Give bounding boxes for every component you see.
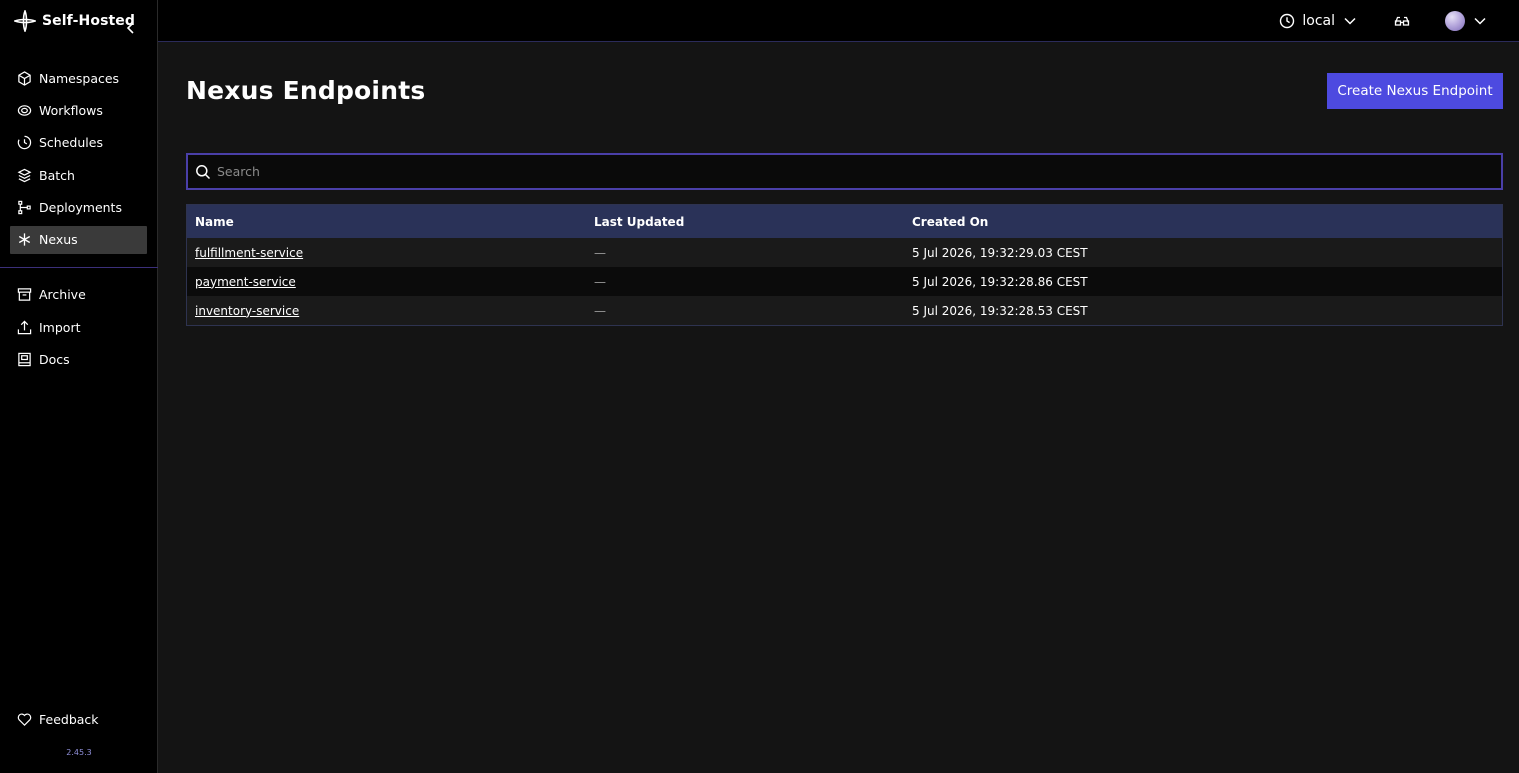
cube-icon [16,70,33,87]
page-content: Nexus Endpoints Create Nexus Endpoint Na… [186,42,1503,326]
archive-icon [16,286,33,303]
secondary-nav: Archive Import Docs [0,281,157,374]
brand-label: Self-Hosted [42,13,136,29]
last-updated-cell: — [594,274,606,289]
column-header-name[interactable]: Name [187,215,586,229]
endpoint-link[interactable]: fulfillment-service [195,246,303,260]
table-row[interactable]: fulfillment-service — 5 Jul 2026, 19:32:… [187,238,1502,267]
sidebar-item-label: Import [39,319,81,335]
last-updated-cell: — [594,245,606,260]
workflow-icon [16,102,33,119]
user-menu[interactable] [1445,10,1489,31]
sidebar-item-batch[interactable]: Batch [10,161,147,189]
sidebar-item-deployments[interactable]: Deployments [10,194,147,222]
temporal-logo-icon [14,10,36,32]
sidebar-item-archive[interactable]: Archive [10,281,147,309]
feedback-container: Feedback [10,705,148,737]
sidebar-item-label: Namespaces [39,70,120,86]
heart-icon [16,711,33,728]
sidebar-item-label: Batch [39,167,75,183]
clock-icon [16,134,33,151]
avatar [1445,10,1465,31]
glasses-icon [1393,12,1411,30]
column-header-created-on[interactable]: Created On [904,215,1502,229]
clock-icon [1278,12,1296,30]
sidebar-item-label: Deployments [39,200,122,216]
created-on-cell: 5 Jul 2026, 19:32:28.53 CEST [912,303,1088,318]
search-input[interactable] [217,164,1487,179]
created-on-cell: 5 Jul 2026, 19:32:29.03 CEST [912,245,1088,260]
timezone-label: local [1302,12,1335,29]
sidebar-item-import[interactable]: Import [10,313,147,341]
search-icon [195,164,211,180]
main-area: local Nexus Endpoints Create Nexus Endpo… [158,0,1519,773]
search-bar [186,153,1503,190]
sidebar-item-label: Schedules [39,135,103,151]
chevron-down-icon [1471,12,1489,30]
sidebar-item-schedules[interactable]: Schedules [10,129,147,157]
nexus-icon [16,231,33,248]
name-cell: fulfillment-service [187,246,586,260]
timezone-selector[interactable]: local [1278,12,1359,30]
endpoint-link[interactable]: inventory-service [195,304,299,318]
upload-icon [16,319,33,336]
table-row[interactable]: inventory-service — 5 Jul 2026, 19:32:28… [187,296,1502,325]
chevron-down-icon [1341,12,1359,30]
chevron-left-icon[interactable] [124,21,138,35]
name-cell: inventory-service [187,304,586,318]
sidebar-item-nexus[interactable]: Nexus [10,225,147,254]
sidebar-item-workflows[interactable]: Workflows [10,96,147,124]
sidebar-divider [0,266,158,268]
sidebar-item-docs[interactable]: Docs [10,346,147,374]
deployments-icon [16,199,33,216]
page-title: Nexus Endpoints [186,76,426,105]
name-cell: payment-service [187,275,586,289]
layers-icon [16,167,33,184]
data-encoder-button[interactable] [1393,12,1411,30]
top-bar: local [158,0,1519,42]
table-header: Name Last Updated Created On [187,205,1502,238]
primary-nav: Namespaces Workflows Schedules Batch Dep… [0,64,157,254]
sidebar-item-feedback[interactable]: Feedback [10,705,148,733]
sidebar-item-label: Nexus [39,232,78,248]
sidebar-item-label: Workflows [39,102,103,118]
feedback-label: Feedback [39,711,99,727]
table-row[interactable]: payment-service — 5 Jul 2026, 19:32:28.8… [187,267,1502,296]
book-icon [16,351,33,368]
sidebar-item-label: Archive [39,287,86,303]
endpoint-link[interactable]: payment-service [195,275,296,289]
create-nexus-endpoint-button[interactable]: Create Nexus Endpoint [1327,73,1503,109]
version-label: 2.45.3 [66,748,92,757]
last-updated-cell: — [594,303,606,318]
brand[interactable]: Self-Hosted [0,0,157,42]
endpoints-table: Name Last Updated Created On fulfillment… [186,204,1503,326]
sidebar-item-label: Docs [39,352,70,368]
sidebar: Self-Hosted Namespaces Workflows Schedul… [0,0,158,773]
page-header: Nexus Endpoints Create Nexus Endpoint [186,42,1503,142]
column-header-last-updated[interactable]: Last Updated [586,215,904,229]
created-on-cell: 5 Jul 2026, 19:32:28.86 CEST [912,274,1088,289]
sidebar-item-namespaces[interactable]: Namespaces [10,64,147,92]
